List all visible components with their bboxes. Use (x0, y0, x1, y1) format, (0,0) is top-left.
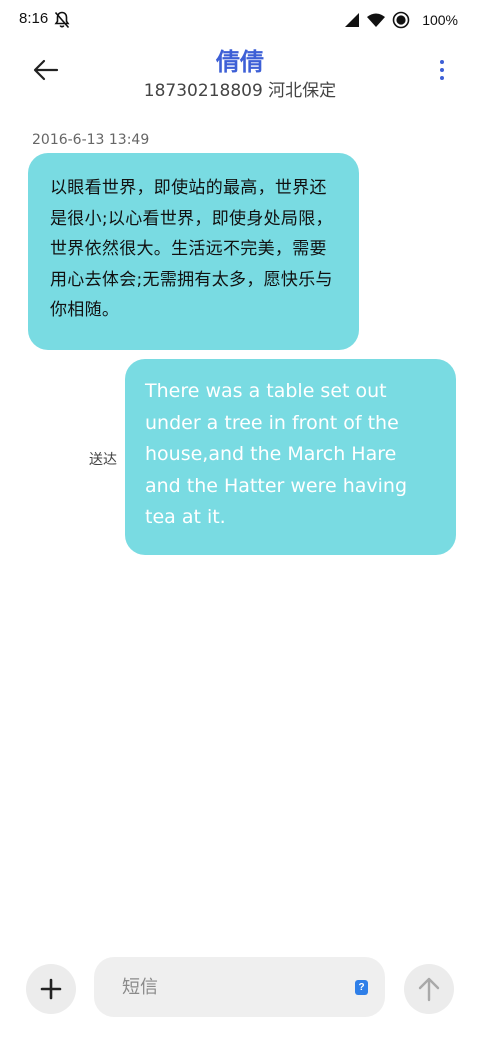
more-options-button[interactable] (434, 54, 450, 86)
status-time: 8:16 (19, 10, 49, 27)
contact-number-location: 18730218809 河北保定 (143, 81, 337, 101)
status-bar: 8:16 100% (0, 0, 480, 40)
wifi-icon (367, 13, 386, 27)
bell-muted-icon (54, 11, 70, 29)
received-message-text: 以眼看世界，即使站的最高，世界还是很小;以心看世界，即使身处局限，世界依然很大。… (50, 178, 333, 320)
conversation-header: 倩倩 18730218809 河北保定 (0, 40, 480, 110)
message-input[interactable] (94, 957, 334, 1017)
sim-card-icon[interactable]: ? (355, 980, 368, 995)
arrow-up-icon (418, 977, 440, 1002)
delivery-status: 送达 (89, 452, 117, 468)
message-timestamp: 2016-6-13 13:49 (32, 132, 150, 148)
sent-message-text: There was a table set out under a tree i… (145, 380, 408, 528)
received-message-bubble[interactable]: 以眼看世界，即使站的最高，世界还是很小;以心看世界，即使身处局限，世界依然很大。… (28, 153, 359, 350)
status-icons: 100% (344, 10, 458, 30)
cellular-signal-icon (345, 13, 360, 27)
message-input-box[interactable]: ? (94, 957, 385, 1017)
compose-bar: ? (0, 950, 480, 1030)
sent-message-bubble[interactable]: There was a table set out under a tree i… (125, 359, 456, 555)
add-attachment-button[interactable] (26, 964, 76, 1014)
send-button[interactable] (404, 964, 454, 1014)
dnd-icon (392, 11, 410, 29)
plus-icon (40, 978, 62, 1000)
contact-name[interactable]: 倩倩 (0, 42, 480, 77)
more-vertical-icon (440, 60, 444, 64)
battery-level: 100% (422, 12, 458, 28)
